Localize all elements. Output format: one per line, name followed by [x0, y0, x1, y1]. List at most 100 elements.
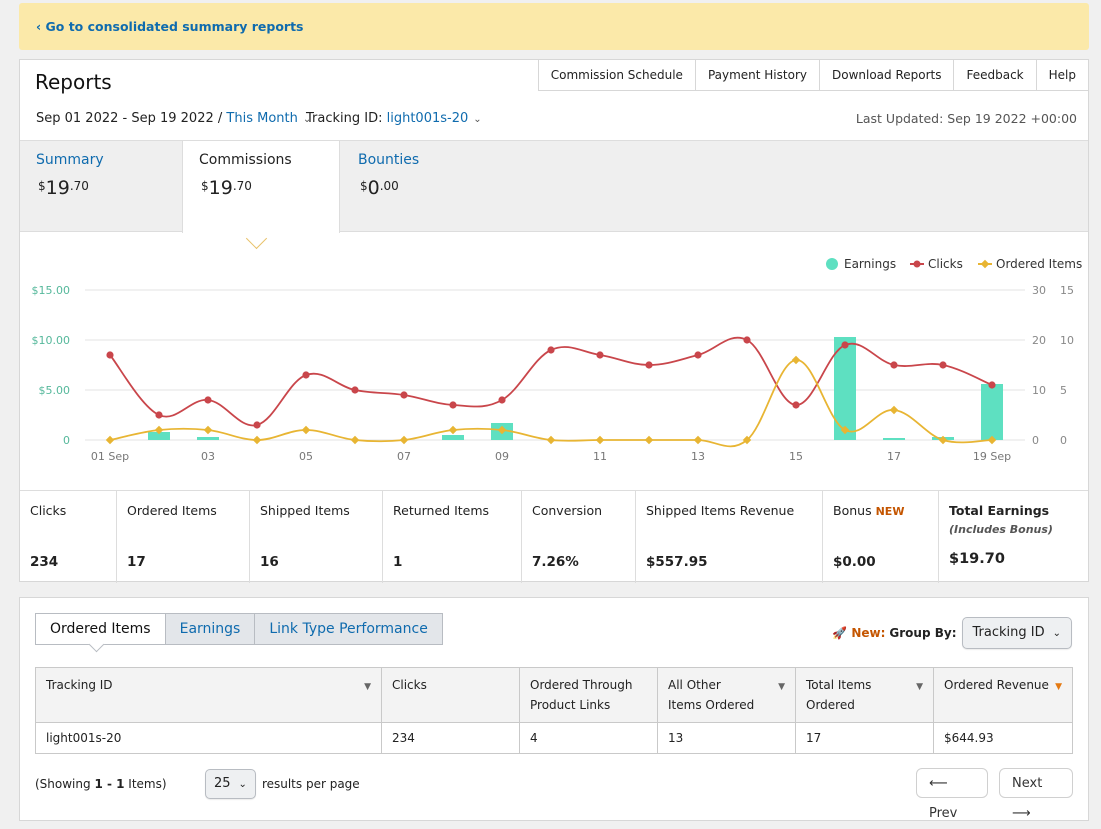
group-by-label: Group By:	[889, 626, 957, 640]
sort-arrow-icon: ▼	[364, 682, 371, 692]
download-reports-link[interactable]: Download Reports	[819, 59, 955, 91]
tracking-id-value[interactable]: light001s-20	[387, 111, 469, 126]
consolidated-summary-banner: ‹ Go to consolidated summary reports	[19, 3, 1089, 50]
clicks-point	[645, 361, 653, 369]
y-tick-label-ordered: 5	[1060, 384, 1067, 397]
arrow-right-icon: ⟶	[1012, 806, 1031, 821]
chevron-down-icon: ⌄	[1052, 628, 1061, 639]
ordered-items-point	[350, 435, 360, 445]
reports-top-nav: Commission Schedule Payment History Down…	[537, 59, 1089, 91]
column-header[interactable]: Clicks	[381, 667, 520, 723]
x-tick-label: 17	[887, 450, 901, 463]
tracking-id-selector[interactable]: Tracking ID: light001s-20 ⌄	[306, 111, 482, 126]
x-tick-label: 01 Sep	[91, 450, 129, 463]
ordered-items-point	[105, 435, 115, 445]
clicks-point	[155, 411, 163, 419]
clicks-point	[694, 351, 702, 359]
x-tick-label: 05	[299, 450, 313, 463]
total-items-cell: 17	[795, 722, 934, 754]
legend-earnings-marker	[826, 258, 838, 270]
earnings-bar	[883, 438, 905, 440]
per-page-select[interactable]: 25 ⌄	[205, 769, 256, 799]
payment-history-link[interactable]: Payment History	[695, 59, 820, 91]
prev-button[interactable]: ⟵ Prev	[916, 768, 988, 821]
tab-bounties-amount: $0.00	[360, 177, 399, 199]
tab-link-type-performance[interactable]: Link Type Performance	[255, 613, 443, 645]
y-tick-label-left: 0	[63, 434, 70, 447]
ordered-items-table: Tracking ID ▼ Clicks Ordered Through Prod…	[35, 667, 1073, 754]
y-tick-label-clicks: 20	[1032, 334, 1046, 347]
group-by-select[interactable]: Tracking ID ⌄	[961, 617, 1072, 649]
legend-label: Earnings	[844, 257, 896, 271]
earnings-chart: $15.00 $10.00 $5.00 0 30 20 10 0 15 10 5 0 01 Sep 03 0…	[32, 257, 1083, 463]
legend-ordered-marker	[980, 259, 990, 269]
tab-summary[interactable]: Summary $19.70	[20, 141, 180, 231]
y-tick-label-clicks: 0	[1032, 434, 1039, 447]
tab-bounties[interactable]: Bounties $0.00	[342, 141, 502, 231]
reports-panel: Reports Commission Schedule Payment Hist…	[19, 59, 1089, 583]
x-tick-label: 09	[495, 450, 509, 463]
y-tick-label-clicks: 30	[1032, 284, 1046, 297]
tab-summary-amount: $19.70	[38, 177, 89, 199]
table-row: light001s-20 234 4 13 17 $644.93	[35, 722, 1073, 754]
clicks-point	[547, 346, 555, 354]
column-header[interactable]: Tracking ID ▼	[35, 667, 382, 723]
sort-arrow-icon: ▼	[916, 682, 923, 692]
consolidated-summary-link[interactable]: ‹ Go to consolidated summary reports	[36, 19, 304, 34]
tracking-id-label: Tracking ID:	[306, 111, 383, 126]
arrow-left-icon: ⟵	[929, 776, 948, 791]
x-tick-label: 13	[691, 450, 705, 463]
x-tick-label: 03	[201, 450, 215, 463]
earnings-bar	[981, 384, 1003, 440]
ordered-items-point	[693, 435, 703, 445]
sort-arrow-icon: ▼	[1055, 682, 1062, 692]
stat-shipped-revenue: Shipped Items Revenue $557.95	[636, 491, 823, 583]
per-page-control: 25 ⌄ results per page	[205, 769, 360, 799]
ordered-items-point	[301, 425, 311, 435]
legend-label: Clicks	[928, 257, 963, 271]
legend-label: Ordered Items	[996, 257, 1082, 271]
y-tick-label-ordered: 10	[1060, 334, 1074, 347]
group-by-control: 🚀 New: Group By: Tracking ID ⌄	[832, 617, 1072, 649]
clicks-point	[302, 371, 310, 379]
clicks-point	[351, 386, 359, 394]
tracking-id-cell[interactable]: light001s-20	[35, 722, 382, 754]
tab-summary-label: Summary	[36, 152, 104, 168]
clicks-point	[792, 401, 800, 409]
next-button[interactable]: Next ⟶	[999, 768, 1073, 821]
stat-ordered-items: Ordered Items 17	[117, 491, 250, 583]
tab-earnings[interactable]: Earnings	[165, 613, 256, 645]
clicks-point	[449, 401, 457, 409]
other-items-cell: 13	[657, 722, 796, 754]
earnings-bar	[442, 435, 464, 440]
new-badge: NEW	[875, 505, 905, 518]
feedback-link[interactable]: Feedback	[954, 59, 1037, 91]
tab-commissions[interactable]: Commissions $19.70	[182, 140, 340, 233]
y-tick-label-ordered: 0	[1060, 434, 1067, 447]
earnings-bar	[834, 337, 856, 440]
y-tick-label-left: $5.00	[39, 384, 71, 397]
clicks-point	[204, 396, 212, 404]
column-header[interactable]: All Other Items Ordered ▼	[657, 667, 796, 723]
clicks-point	[939, 361, 947, 369]
help-link[interactable]: Help	[1036, 59, 1089, 91]
breakdown-panel: Ordered Items Earnings Link Type Perform…	[19, 597, 1089, 821]
column-header[interactable]: Total Items Ordered ▼	[795, 667, 934, 723]
x-tick-label: 07	[397, 450, 411, 463]
column-header[interactable]: Ordered Revenue ▼	[933, 667, 1073, 723]
column-header[interactable]: Ordered Through Product Links	[519, 667, 658, 723]
period-dropdown[interactable]: This Month	[226, 111, 297, 126]
ordered-items-point	[399, 435, 409, 445]
ordered-revenue-cell: $644.93	[933, 722, 1073, 754]
clicks-point	[498, 396, 506, 404]
clicks-point	[106, 351, 114, 359]
stat-shipped-items: Shipped Items 16	[250, 491, 383, 583]
clicks-point	[400, 391, 408, 399]
date-range-selector[interactable]: Sep 01 2022 - Sep 19 2022 / This Month ⌄	[36, 111, 311, 126]
ordered-items-point	[546, 435, 556, 445]
commission-schedule-link[interactable]: Commission Schedule	[537, 59, 696, 91]
sort-arrow-icon: ▼	[778, 682, 785, 692]
tab-commissions-amount: $19.70	[201, 177, 252, 199]
stat-clicks: Clicks 234	[20, 491, 117, 583]
clicks-point	[253, 421, 261, 429]
